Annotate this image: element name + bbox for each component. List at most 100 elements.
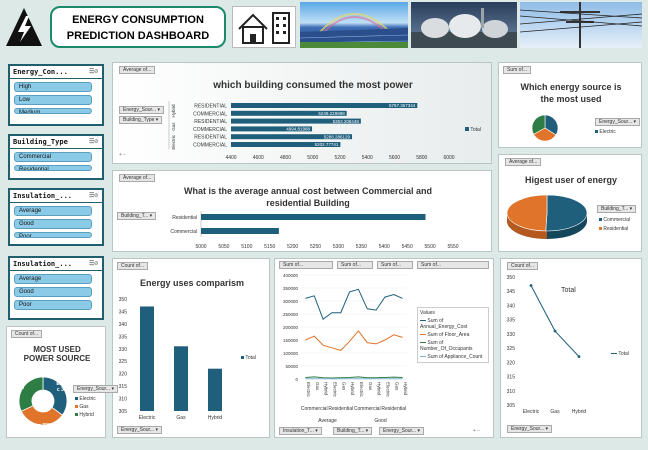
data-label: 5353.208448 (333, 119, 360, 124)
x-tick-label: Electric (332, 382, 337, 398)
slicer-insulation-2[interactable]: Insulation_... ☰⊘ Average Good Poor (8, 256, 104, 320)
tick-label: 5500 (425, 244, 436, 250)
power-source-donut[interactable]: Count of... MOST USED POWER SOURCE Elect… (6, 326, 118, 438)
slicer-header: Insulation_... ☰⊘ (10, 190, 102, 203)
tick-label: 5050 (218, 244, 229, 250)
category-label: Gas (176, 415, 186, 421)
slicer-item[interactable]: Medium (14, 108, 92, 114)
tick-label: 5100 (241, 244, 252, 250)
tick-label: 340 (119, 322, 128, 328)
slicer-item[interactable]: Average (14, 274, 92, 284)
x-tick-label: Hybrid (324, 382, 329, 396)
tick-label: 320 (507, 360, 516, 366)
clear-filter-icon[interactable]: ☰⊘ (89, 192, 98, 199)
count-trend-chart[interactable]: Count of... Total 305 310 315 320 325 330 335 3… (500, 258, 642, 438)
x-tick-label: Gas (368, 382, 373, 391)
filter-energy-source[interactable]: Energy_Sour... (117, 426, 162, 434)
tick-label: 305 (507, 403, 516, 409)
filter-energy-source[interactable]: Energy_Sour... (507, 425, 552, 433)
tick-label: 50000 (285, 364, 298, 369)
slicer-item[interactable]: Average (14, 206, 92, 216)
slicer-item[interactable]: Residential (14, 165, 92, 171)
filter-energy-source[interactable]: Energy_Sour... (595, 118, 640, 126)
tick-label: 310 (119, 397, 128, 403)
tick-label: 5150 (264, 244, 275, 250)
tick-label: 350 (507, 275, 516, 281)
tick-label: 305 (119, 409, 128, 415)
filter-building-type[interactable]: Building_T... (333, 427, 373, 435)
x-tick-label: Hybrid (403, 382, 408, 396)
group-label: Hybrid (171, 104, 176, 118)
expand-collapse-icon[interactable]: + − (473, 428, 480, 434)
tick-label: 200000 (283, 325, 299, 330)
slicer-item[interactable]: Low (14, 95, 92, 105)
bar (201, 214, 426, 220)
data-label: 4994.81988 (286, 127, 310, 132)
donut-label-hybrid: Hybrid 32% (12, 379, 28, 391)
energy-source-pie[interactable]: Sum of... Which energy source is the mos… (498, 62, 642, 148)
tick-label: 5000 (195, 244, 206, 250)
slicer-item[interactable]: Good (14, 287, 92, 297)
multi-value-line-chart[interactable]: Sum of... Sum of... Sum of... Sum of... … (274, 258, 494, 438)
filter-energy-source[interactable]: Energy_Sour... (73, 385, 118, 393)
filter-insulation[interactable]: Insulation_T... (279, 427, 322, 435)
slicer-item[interactable]: Poor (14, 232, 92, 238)
tick-label: 325 (119, 359, 128, 365)
tick-label: 350 (119, 297, 128, 303)
tick-label: 250000 (283, 312, 299, 317)
tick-label: 300000 (283, 299, 299, 304)
data-point (577, 355, 581, 359)
category-label: COMMERCIAL (193, 111, 227, 117)
slicer-item[interactable]: Poor (14, 300, 92, 310)
tick-label: 315 (119, 384, 128, 390)
user-pie-svg (506, 194, 588, 239)
highest-user-pie[interactable]: Average of... Higest user of energy Buil… (498, 154, 642, 252)
group-label: Gas (171, 122, 176, 131)
tick-label: 5200 (334, 155, 345, 161)
house-building-icon (232, 6, 296, 48)
tick-label: 335 (119, 334, 128, 340)
category-label: Hybrid (572, 409, 587, 415)
filter-energy-source[interactable]: Energy_Sour... (379, 427, 424, 435)
clear-filter-icon[interactable]: ☰⊘ (89, 68, 98, 75)
tick-label: 330 (119, 347, 128, 353)
filter-building-type[interactable]: Building_T... (597, 205, 637, 213)
dashboard-title: ENERGY CONSUMPTION PREDICTION DASHBOARD (50, 6, 226, 48)
category-label: COMMERCIAL (193, 127, 227, 133)
slicer-header: Insulation_... ☰⊘ (10, 258, 102, 271)
x-tick-label: Gas (315, 382, 320, 391)
tick-label: 5400 (362, 155, 373, 161)
trend-svg: 305 310 315 320 325 330 335 340 345 350 Electric Ga… (507, 275, 587, 415)
series-line (305, 288, 403, 320)
building-power-chart[interactable]: Average of... which building consumed th… (112, 62, 492, 164)
series-line (530, 285, 580, 357)
x-group-label: Commercial (354, 406, 381, 412)
gas-plant-photo (411, 2, 517, 48)
slicer-item[interactable]: Commercial (14, 152, 92, 162)
clear-filter-icon[interactable]: ☰⊘ (89, 260, 98, 267)
legend: Electric (595, 129, 616, 135)
data-label: 5288.286129 (324, 134, 351, 139)
x-tick-label: Electric (385, 382, 390, 398)
annual-cost-chart[interactable]: Average of... What is the average annual… (112, 170, 492, 252)
slicer-item[interactable]: High (14, 82, 92, 92)
category-label: COMMERCIAL (193, 143, 227, 149)
energy-uses-chart[interactable]: Count of... Energy uses comparism 305 310… (112, 258, 270, 438)
bolt-logo-icon (4, 6, 44, 48)
category-label: RESIDENTIAL (194, 135, 227, 141)
tick-label: 5250 (310, 244, 321, 250)
slicer-item[interactable]: Good (14, 219, 92, 229)
source-pie-svg (531, 114, 559, 142)
data-label: 5202.77741 (315, 142, 339, 147)
tick-label: 5400 (379, 244, 390, 250)
solar-panel-photo (300, 2, 408, 48)
tick-label: 5600 (389, 155, 400, 161)
legend: Total (611, 351, 629, 357)
category-label: Commercial (170, 229, 197, 235)
slicer-energy-consumption[interactable]: Energy_Con... ☰⊘ High Low Medium (8, 64, 104, 126)
slicer-insulation-1[interactable]: Insulation_... ☰⊘ Average Good Poor (8, 188, 104, 246)
slicer-building-type[interactable]: Building_Type ☰⊘ Commercial Residential (8, 134, 104, 180)
x-tick-label: Gas (341, 382, 346, 391)
donut-label-electric: Electri c 35% (56, 381, 72, 393)
clear-filter-icon[interactable]: ☰⊘ (89, 138, 98, 145)
